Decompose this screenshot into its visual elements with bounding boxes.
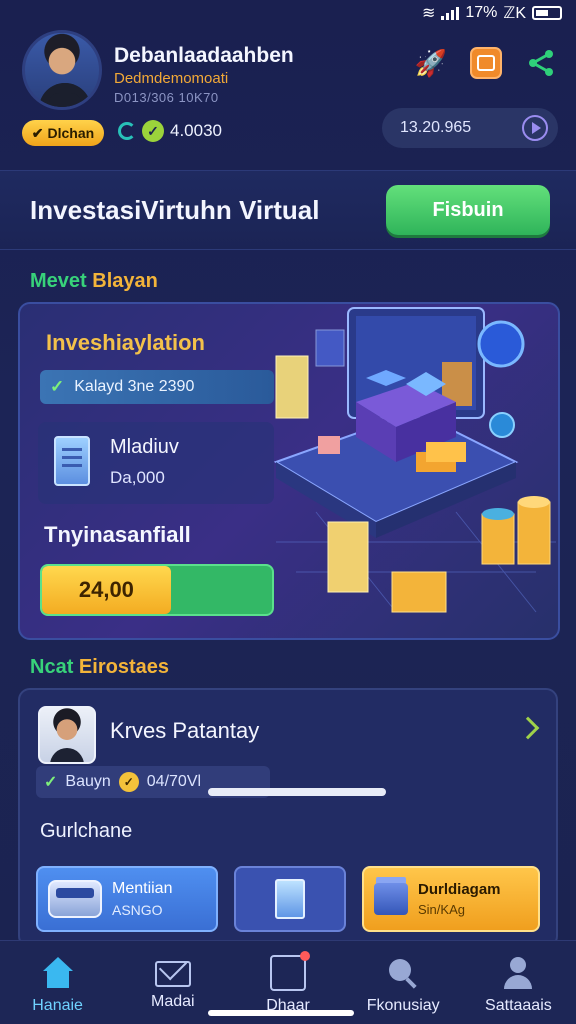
feature-subtitle: Tnyinasanfiall	[44, 522, 191, 547]
signal-icon	[441, 6, 460, 20]
nav-label-profile: Sattaaais	[485, 997, 552, 1014]
person-card[interactable]: Krves Patantay ✓ Bauyn ✓ 04/70Vl Gurlcha…	[18, 688, 558, 948]
document-icon	[54, 436, 90, 486]
progress-label: 24,00	[78, 577, 134, 602]
user-name: Debanlaadaahben	[114, 44, 294, 67]
feature-tag-text: Kalayd 3ne 2390	[74, 378, 195, 395]
user-subtitle: Dedmdemomoati	[114, 70, 229, 87]
balance-row: ✓ 4.0030	[118, 120, 222, 142]
tile-3-sub: Sin/KAg	[418, 902, 465, 917]
verified-icon: ✓	[142, 120, 164, 142]
investment-illustration	[273, 307, 556, 613]
feature-title: Inveshiaylation	[46, 330, 205, 355]
tile-stack[interactable]: Durldiagam Sin/KAg	[362, 866, 540, 932]
chevron-right-icon[interactable]	[516, 716, 540, 740]
home-icon	[40, 955, 76, 991]
header-actions: 🚀	[414, 46, 558, 80]
primary-action-button[interactable]: Fisbuin	[386, 185, 550, 235]
balance-value: 4.0030	[170, 121, 222, 140]
rocket-icon[interactable]: 🚀	[414, 46, 448, 80]
pill-value-text: 13.20.965	[400, 119, 472, 136]
shopping-bag-icon	[270, 951, 310, 991]
nav-item-search[interactable]: Fkonusiay	[346, 941, 461, 1024]
investment-progress-bar[interactable]: 24,00	[40, 564, 274, 616]
home-indicator[interactable]	[208, 1010, 354, 1016]
status-extra: ℤK	[503, 5, 526, 22]
coin-stack-icon	[481, 496, 551, 565]
value-pill[interactable]: 13.20.965	[382, 108, 558, 148]
tile-3-title: Durldiagam	[418, 881, 501, 898]
status-bar: ≋ 17% ℤK	[0, 0, 576, 26]
progress-fill: 24,00	[42, 566, 171, 614]
person-name: Krves Patantay	[110, 718, 260, 743]
wallet-icon[interactable]	[470, 47, 502, 79]
user-icon	[500, 955, 536, 991]
avatar[interactable]	[22, 30, 102, 110]
nav-label-home: Hanaie	[32, 997, 83, 1014]
coin-icon: ✓	[118, 772, 139, 792]
nav-label-search: Fkonusiay	[366, 997, 440, 1014]
battery-icon	[532, 6, 562, 20]
nav-label-mail: Madai	[151, 993, 195, 1010]
check-icon: ✓	[44, 774, 58, 791]
currency-icon	[118, 122, 136, 140]
nav-item-home[interactable]: Hanaie	[0, 941, 115, 1024]
feature-tag[interactable]: ✓ Kalayd 3ne 2390	[40, 370, 274, 404]
feature-card[interactable]: Inveshiaylation ✓ Kalayd 3ne 2390 Mladiu…	[18, 302, 560, 640]
tile-1-title: Mentiian	[112, 880, 173, 897]
check-icon: ✓	[50, 377, 65, 396]
person-tag-text: Bauyn	[65, 773, 111, 790]
battery-percent: 17%	[465, 4, 498, 21]
feature-item[interactable]: Mladiuv Da,000	[38, 422, 274, 504]
profile-header: Debanlaadaahben Dedmdemomoati D013/306 1…	[18, 30, 558, 160]
tile-1-sub: ASNGO	[112, 902, 163, 918]
section-label-1-green: Mevet	[30, 270, 87, 292]
status-badge[interactable]: ✔ Dlchan	[22, 120, 104, 146]
section-label-2-yellow: Eirostaes	[78, 656, 169, 678]
page-title: InvestasiVirtuhn Virtual	[30, 195, 320, 225]
mail-icon	[154, 961, 191, 987]
play-icon[interactable]	[522, 115, 548, 141]
feature-item-name: Mladiuv	[110, 436, 179, 458]
nav-item-profile[interactable]: Sattaaais	[461, 941, 576, 1024]
stack-icon	[374, 883, 408, 915]
person-tag-value: 04/70Vl	[146, 773, 202, 790]
user-id: D013/306 10K70	[114, 90, 219, 105]
section-label-1: Mevet Blayan	[30, 270, 158, 293]
section-label-2: Ncat Eirostaes	[30, 656, 169, 679]
search-icon	[385, 955, 421, 991]
book-icon	[275, 879, 305, 919]
badge-label: Dlchan	[47, 125, 95, 141]
wifi-icon: ≋	[421, 5, 436, 22]
check-icon: ✔	[31, 124, 44, 141]
tile-transport[interactable]: Mentiian ASNGO	[36, 866, 218, 932]
section-label-2-green: Ncat	[30, 656, 74, 678]
feature-item-value: Da,000	[110, 468, 165, 487]
share-icon[interactable]	[524, 46, 558, 80]
slider-bar[interactable]	[208, 788, 386, 796]
bus-icon	[48, 880, 102, 918]
tile-book[interactable]	[234, 866, 346, 932]
section-label-1-yellow: Blayan	[92, 270, 158, 292]
title-bar: InvestasiVirtuhn Virtual Fisbuin	[0, 170, 576, 250]
person-avatar	[38, 706, 96, 764]
person-subtitle: Gurlchane	[40, 820, 133, 842]
